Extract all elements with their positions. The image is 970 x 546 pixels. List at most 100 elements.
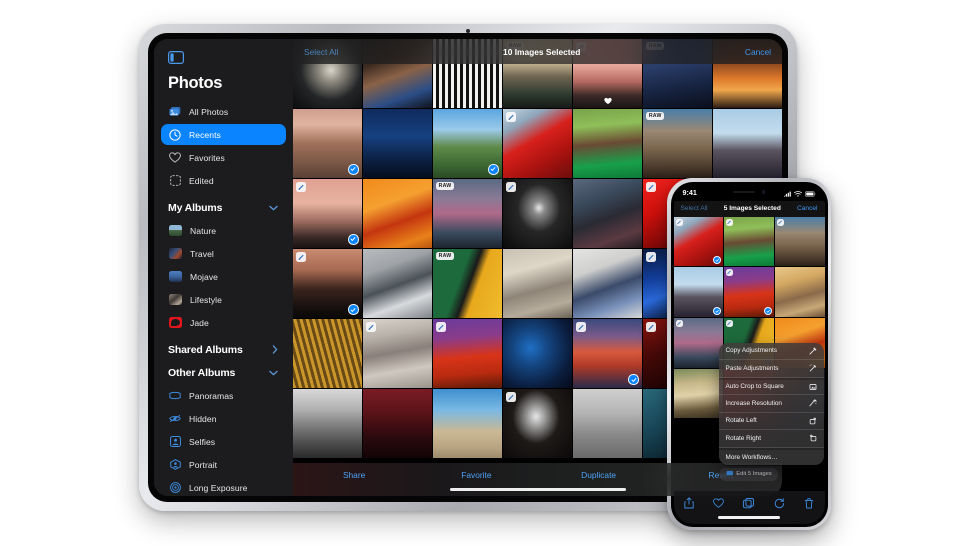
sidebar-section-shared-albums[interactable]: Shared Albums [168,344,278,356]
sidebar-item-long-exposure[interactable]: Long Exposure [161,477,286,496]
photo-cell[interactable] [674,267,724,317]
photo-cell[interactable] [573,109,642,178]
menu-item-label: Increase Resolution [726,400,782,407]
photo-cell[interactable] [293,319,362,388]
selection-count-title: 5 Images Selected [708,205,797,212]
selected-checkmark-icon[interactable] [764,307,772,315]
heart-icon[interactable] [713,498,724,509]
photo-cell[interactable] [573,249,642,318]
sidebar-item-favorites[interactable]: Favorites [161,147,286,168]
sidebar-item-selfies[interactable]: Selfies [161,431,286,452]
photo-cell[interactable] [775,267,825,317]
iphone-home-indicator[interactable] [718,516,780,519]
favorite-button[interactable]: Favorite [415,470,537,480]
duplicate-button[interactable]: Duplicate [538,470,660,480]
photo-cell[interactable] [573,389,642,458]
sidebar-item-panoramas[interactable]: Panoramas [161,385,286,406]
photo-cell[interactable]: RAW [643,109,712,178]
edited-badge-icon [296,182,306,192]
sidebar-item-recents[interactable]: Recents [161,124,286,145]
sidebar-section-my-albums[interactable]: My Albums [168,202,278,214]
photo-cell[interactable] [674,217,724,267]
menu-item-rotate-right[interactable]: Rotate Right [719,430,824,448]
menu-item-more-workflows[interactable]: More Workflows… [719,448,824,466]
sidebar-album-nature[interactable]: Nature [161,220,286,241]
photo-cell[interactable] [724,267,774,317]
menu-item-paste-adjustments[interactable]: Paste Adjustments [719,360,824,378]
photo-cell[interactable] [503,249,572,318]
photo-thumbnail [713,109,782,178]
menu-item-auto-crop-to-square[interactable]: Auto Crop to Square [719,378,824,396]
photo-cell[interactable] [433,319,502,388]
workflow-icon [726,470,733,478]
chevron-right-icon[interactable] [272,345,278,356]
sidebar-album-jade[interactable]: Jade [161,312,286,333]
selected-checkmark-icon[interactable] [348,304,359,315]
photo-cell[interactable] [674,369,724,419]
photo-thumbnail [363,249,432,318]
photo-cell[interactable] [363,319,432,388]
select-all-button[interactable]: Select All [304,47,338,57]
photo-cell[interactable] [433,389,502,458]
chevron-down-icon[interactable] [269,204,278,213]
photo-cell[interactable] [503,319,572,388]
photo-cell[interactable] [433,109,502,178]
photo-cell[interactable] [713,109,782,178]
edit-images-pill[interactable]: Edit 5 Images [719,468,778,481]
photo-cell[interactable] [503,179,572,248]
ipad-home-indicator[interactable] [450,488,626,491]
selected-checkmark-icon[interactable] [488,164,499,175]
photo-cell[interactable] [293,249,362,318]
sidebar-item-all-photos[interactable]: All Photos [161,101,286,122]
front-camera-icon [762,190,766,194]
share-button[interactable]: Share [293,470,415,480]
photo-cell[interactable] [503,109,572,178]
sidebar-item-edited[interactable]: Edited [161,170,286,191]
photo-cell[interactable]: RAW [433,249,502,318]
chevron-down-icon[interactable] [269,369,278,378]
photo-cell[interactable] [363,109,432,178]
photo-cell[interactable] [724,217,774,267]
sidebar-item-label: Recents [189,130,221,140]
photo-cell[interactable] [363,389,432,458]
sidebar-album-travel[interactable]: Travel [161,243,286,264]
sidebar-item-label: Lifestyle [190,295,222,305]
photo-cell[interactable] [293,389,362,458]
photo-cell[interactable] [674,318,724,368]
menu-item-increase-resolution[interactable]: Increase Resolution [719,395,824,413]
photo-cell[interactable] [573,319,642,388]
sidebar-album-lifestyle[interactable]: Lifestyle [161,289,286,310]
edited-badge-icon [726,320,733,327]
menu-item-copy-adjustments[interactable]: Copy Adjustments [719,343,824,361]
photo-cell[interactable] [503,389,572,458]
duplicate-icon[interactable] [743,498,754,509]
photo-cell[interactable] [573,179,642,248]
sidebar-toggle-icon[interactable] [168,51,184,64]
selected-checkmark-icon[interactable] [348,164,359,175]
photo-cell[interactable]: RAW [433,179,502,248]
sidebar-section-other-albums[interactable]: Other Albums [168,367,278,379]
photo-cell[interactable] [363,179,432,248]
photo-cell[interactable] [363,249,432,318]
sidebar-item-portrait[interactable]: Portrait [161,454,286,475]
sidebar-album-mojave[interactable]: Mojave [161,266,286,287]
cancel-button[interactable]: Cancel [745,47,771,57]
trash-icon[interactable] [804,498,815,509]
selected-checkmark-icon[interactable] [628,374,639,385]
sidebar-item-hidden[interactable]: Hidden [161,408,286,429]
share-icon[interactable] [683,498,694,509]
photo-thumbnail [573,249,642,318]
edited-badge-icon [777,219,784,226]
edited-badge-icon [726,269,733,276]
menu-item-rotate-left[interactable]: Rotate Left [719,413,824,431]
photo-cell[interactable] [293,179,362,248]
photo-cell[interactable] [293,109,362,178]
selected-checkmark-icon[interactable] [713,307,721,315]
photo-thumbnail [573,389,642,458]
selected-checkmark-icon[interactable] [348,234,359,245]
cancel-button[interactable]: Cancel [797,205,818,212]
photo-cell[interactable] [775,217,825,267]
select-all-button[interactable]: Select All [681,205,708,212]
revert-icon[interactable] [774,498,785,509]
sidebar-item-label: Selfies [189,437,215,447]
